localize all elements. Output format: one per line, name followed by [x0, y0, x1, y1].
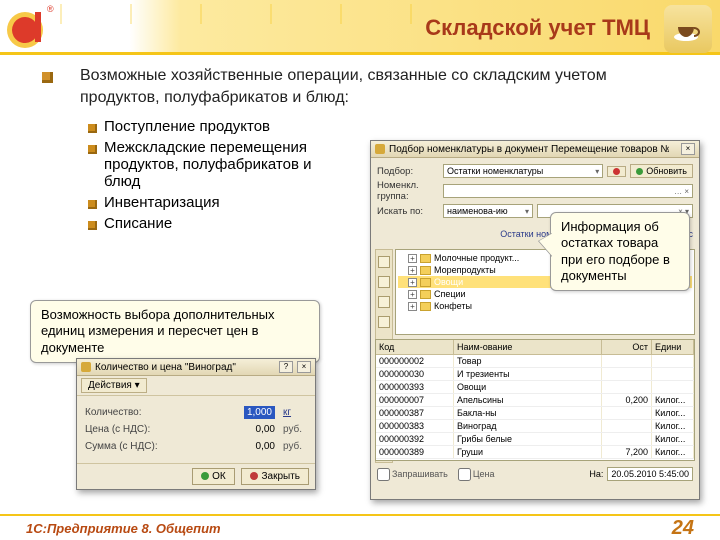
table-header: Код Наим-ование Ост Едини — [376, 340, 694, 355]
callout-text: Информация об остатках товара при его по… — [561, 219, 670, 283]
table-row[interactable]: 000000007Апельсины0,200Килог... — [376, 394, 694, 407]
coffee-icon — [664, 5, 712, 53]
folder-icon — [420, 266, 431, 275]
price-unit: руб. — [279, 424, 307, 435]
dialog-nomenclature: Подбор номенклатуры в документ Перемещен… — [370, 140, 700, 500]
date-label: На: — [589, 469, 603, 479]
table-row[interactable]: 000000002Товар — [376, 355, 694, 368]
ok-button[interactable]: ОК — [192, 468, 235, 485]
date-field[interactable]: 20.05.2010 5:45:00 — [607, 467, 693, 481]
refresh-button[interactable]: Обновить — [630, 164, 693, 178]
callout-units: Возможность выбора дополнительных единиц… — [30, 300, 320, 363]
slide-title: Складской учет ТМЦ — [425, 15, 650, 41]
close-icon[interactable]: × — [297, 361, 311, 373]
qty-unit[interactable]: кг — [279, 407, 307, 418]
sum-unit: руб. — [279, 441, 307, 452]
tree-tool-icon[interactable] — [378, 296, 390, 308]
header-stripes — [60, 4, 460, 24]
tree-tool-icon[interactable] — [378, 316, 390, 328]
podbor-select[interactable]: Остатки номенклатуры▾ — [443, 164, 603, 178]
svg-text:®: ® — [47, 4, 54, 14]
tree-tool-icon[interactable] — [378, 276, 390, 288]
titlebar[interactable]: Количество и цена "Виноград" ? × — [77, 359, 315, 376]
table-row[interactable]: 000000392Грибы белыеКилог... — [376, 433, 694, 446]
window-title: Количество и цена "Виноград" — [95, 362, 236, 373]
table-row[interactable]: 000000030И трезиенты — [376, 368, 694, 381]
window-title: Подбор номенклатуры в документ Перемещен… — [389, 144, 669, 155]
window-icon — [375, 144, 385, 154]
search-label: Искать по: — [377, 206, 439, 217]
callout-balance: Информация об остатках товара при его по… — [550, 212, 690, 291]
close-icon[interactable]: × — [681, 143, 695, 155]
group-label: Номенкл. группа: — [377, 180, 439, 202]
slide-footer: 1С:Предприятие 8. Общепит 24 — [0, 514, 720, 540]
tree-tool-icon[interactable] — [378, 256, 390, 268]
bullet-item: Межскладские перемещения продуктов, полу… — [88, 137, 348, 192]
toggle-button[interactable] — [607, 166, 626, 177]
qty-label: Количество: — [85, 407, 175, 418]
sum-label: Сумма (с НДС): — [85, 441, 175, 452]
callout-text: Возможность выбора дополнительных единиц… — [41, 307, 275, 355]
product-name: 1С:Предприятие 8. Общепит — [26, 521, 221, 536]
tree-node[interactable]: +Конфеты — [398, 300, 692, 312]
price-label: Цена (с НДС): — [85, 424, 175, 435]
qty-input[interactable]: 1,000 — [244, 406, 275, 419]
table-row[interactable]: 000000389Груши7,200Килог... — [376, 446, 694, 459]
group-select[interactable]: … × — [443, 184, 693, 198]
folder-icon — [420, 302, 431, 311]
window-icon — [81, 362, 91, 372]
actions-menu[interactable]: Действия ▾ — [81, 378, 147, 393]
sum-value: 0,00 — [175, 440, 279, 453]
chk-ask[interactable]: Запрашивать — [377, 468, 448, 481]
search-by-select[interactable]: наименова-ию▾ — [443, 204, 533, 218]
folder-icon — [420, 278, 431, 287]
close-button[interactable]: Закрыть — [241, 468, 309, 485]
page-number: 24 — [672, 517, 694, 540]
folder-icon — [420, 290, 431, 299]
price-value: 0,00 — [175, 423, 279, 436]
slide-header: ® Складской учет ТМЦ — [0, 0, 720, 55]
help-button[interactable]: ? — [279, 361, 293, 373]
table-row[interactable]: 000000393Овощи — [376, 381, 694, 394]
dialog-qty-price: Количество и цена "Виноград" ? × Действи… — [76, 358, 316, 490]
table-row[interactable]: 000000387Бакла-ныКилог... — [376, 407, 694, 420]
items-table: Код Наим-ование Ост Едини 000000002Товар… — [375, 339, 695, 461]
chk-price[interactable]: Цена — [458, 468, 495, 481]
lead-text: Возможные хозяйственные операции, связан… — [60, 65, 690, 108]
table-row[interactable]: 000000383ВиноградКилог... — [376, 420, 694, 433]
titlebar[interactable]: Подбор номенклатуры в документ Перемещен… — [371, 141, 699, 158]
bullet-item: Поступление продуктов — [88, 116, 318, 137]
folder-icon — [420, 254, 431, 263]
podbor-label: Подбор: — [377, 166, 439, 177]
logo-1c: ® — [5, 2, 55, 52]
